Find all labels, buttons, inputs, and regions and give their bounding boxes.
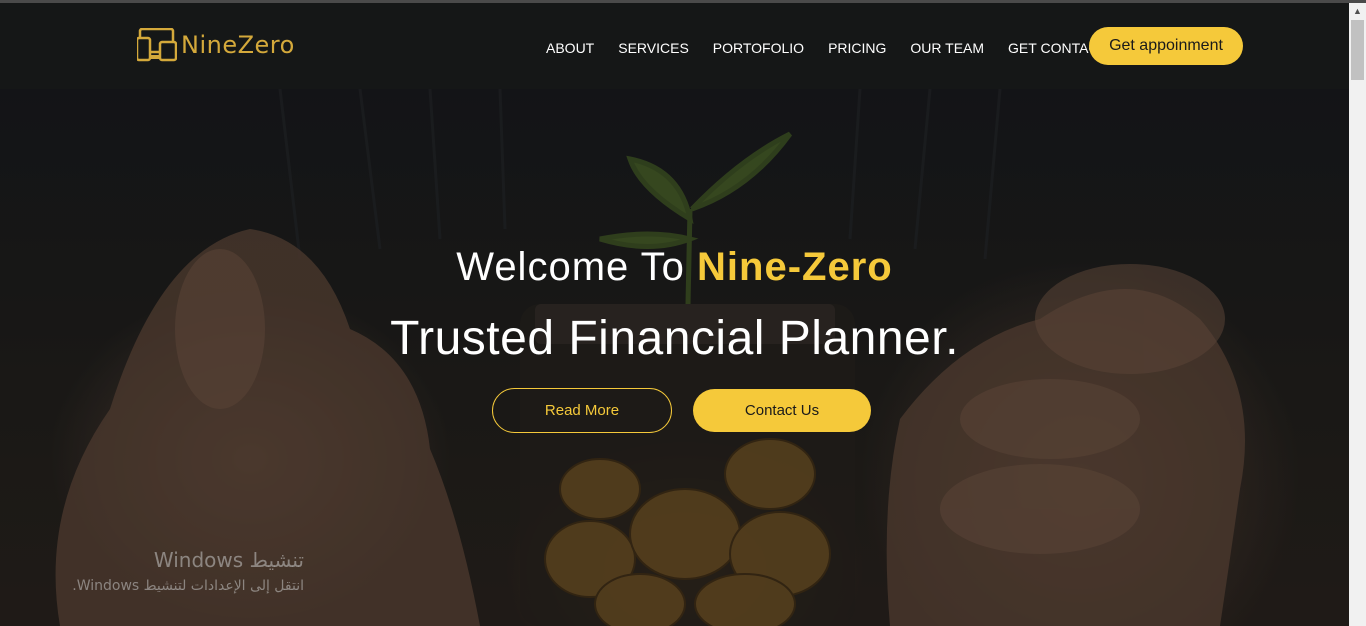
page-scrollbar[interactable]: ▲ xyxy=(1349,3,1366,626)
nav-link-about[interactable]: ABOUT xyxy=(546,40,594,56)
hero-section: Welcome To Nine-Zero Trusted Financial P… xyxy=(0,89,1349,626)
nav-link-our-team[interactable]: OUR TEAM xyxy=(910,40,984,56)
brand-logo[interactable]: NineZero xyxy=(137,27,295,63)
windows-activation-watermark: تنشيط Windows انتقل إلى الإعدادات لتنشيط… xyxy=(40,548,304,594)
watermark-title: تنشيط Windows xyxy=(153,548,304,572)
main-nav: ABOUT SERVICES PORTOFOLIO PRICING OUR TE… xyxy=(546,40,1131,56)
scroll-up-arrow-icon[interactable]: ▲ xyxy=(1349,3,1366,20)
scrollbar-thumb[interactable] xyxy=(1351,20,1364,80)
nav-link-services[interactable]: SERVICES xyxy=(618,40,689,56)
devices-icon xyxy=(137,28,177,62)
brand-name: NineZero xyxy=(181,31,295,59)
hero-subtitle: Trusted Financial Planner. xyxy=(390,312,959,365)
welcome-prefix: Welcome To xyxy=(456,245,698,289)
navbar: NineZero ABOUT SERVICES PORTOFOLIO PRICI… xyxy=(0,3,1349,89)
nav-link-pricing[interactable]: PRICING xyxy=(828,40,886,56)
watermark-subtitle: انتقل إلى الإعدادات لتنشيط Windows. xyxy=(72,578,304,594)
get-appointment-button[interactable]: Get appoinment xyxy=(1089,27,1243,65)
welcome-brand: Nine-Zero xyxy=(697,245,893,289)
hero-welcome-title: Welcome To Nine-Zero xyxy=(0,245,1349,290)
contact-us-button[interactable]: Contact Us xyxy=(693,389,871,432)
nav-link-portfolio[interactable]: PORTOFOLIO xyxy=(713,40,804,56)
read-more-button[interactable]: Read More xyxy=(492,388,672,433)
